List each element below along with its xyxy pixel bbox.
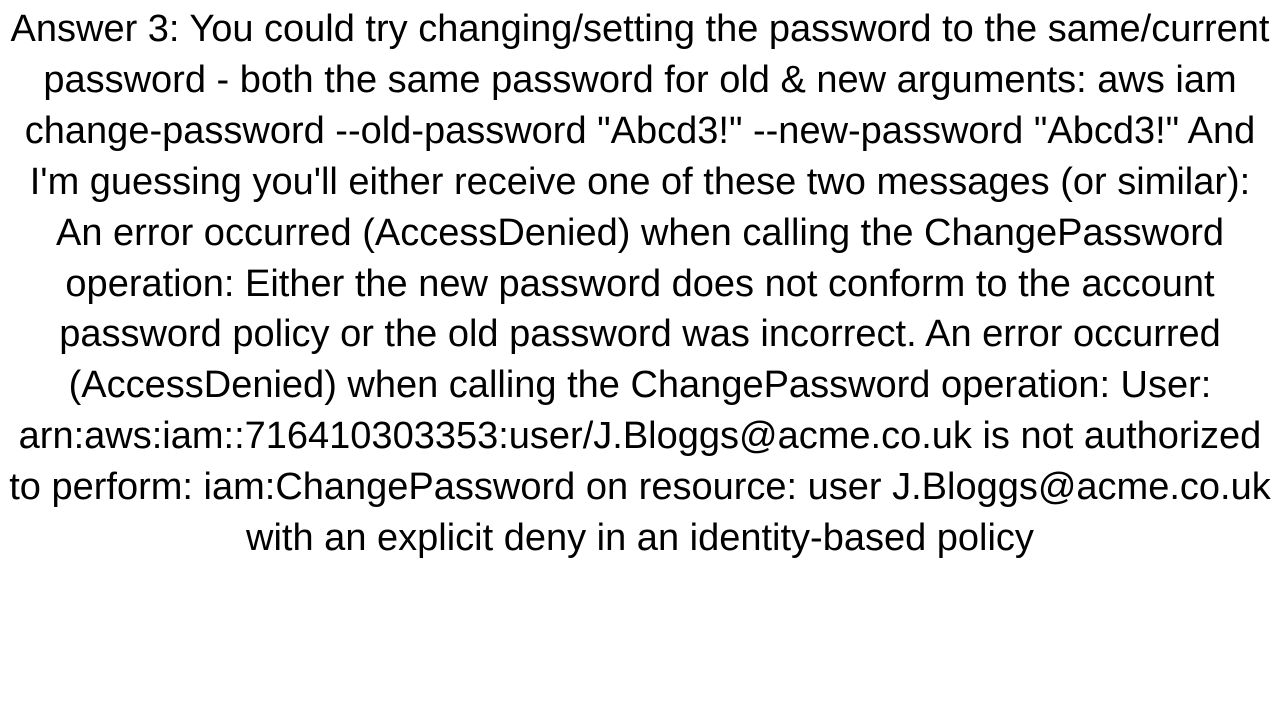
answer-text-block: Answer 3: You could try changing/setting… <box>0 0 1280 564</box>
